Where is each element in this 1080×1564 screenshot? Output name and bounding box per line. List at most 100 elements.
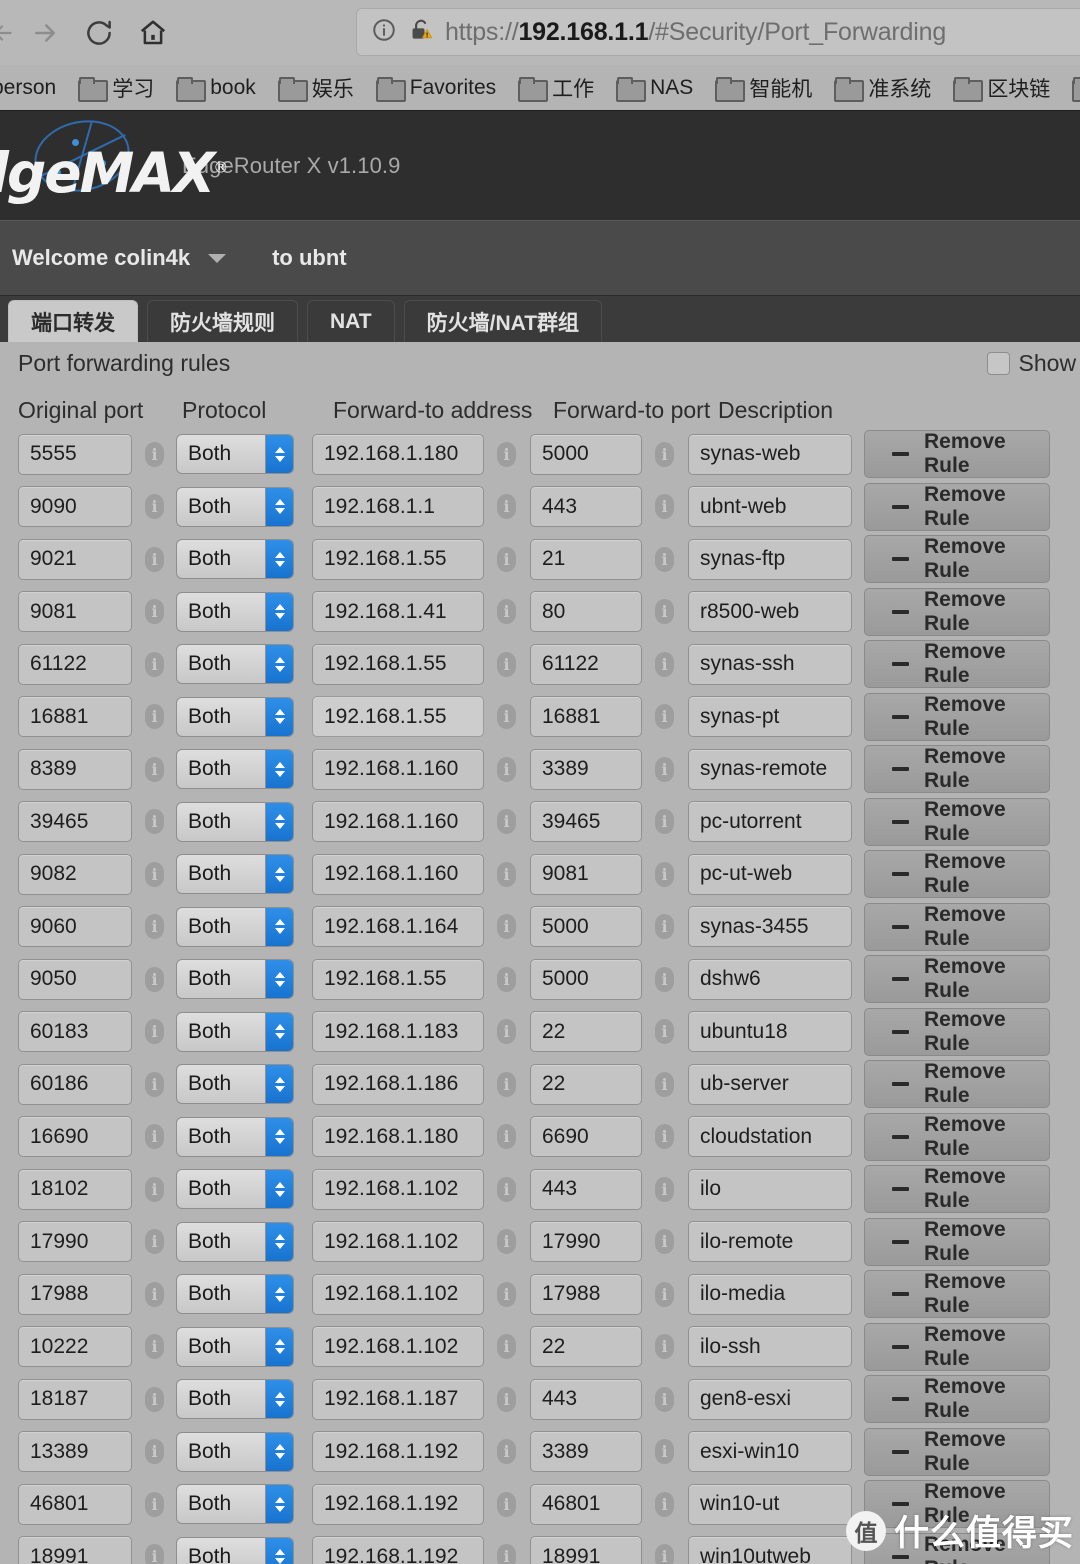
description-input[interactable]: synas-web — [688, 433, 852, 475]
forward-address-input[interactable]: 192.168.1.160 — [312, 853, 484, 895]
original-port-input[interactable]: 61122 — [18, 643, 132, 685]
remove-rule-button[interactable]: Remove Rule — [864, 1375, 1050, 1424]
info-icon[interactable] — [655, 1334, 674, 1360]
tab-3[interactable]: NAT — [307, 300, 395, 342]
chevron-updown-icon[interactable] — [265, 697, 293, 736]
original-port-input[interactable]: 13389 — [18, 1431, 132, 1473]
chevron-updown-icon[interactable] — [265, 1537, 293, 1564]
remove-rule-button[interactable]: Remove Rule — [864, 797, 1050, 846]
info-icon[interactable] — [655, 1229, 674, 1255]
lock-warning-icon[interactable] — [408, 17, 434, 48]
bookmark-item[interactable]: 工作 — [507, 65, 605, 110]
info-icon[interactable] — [145, 809, 164, 835]
description-input[interactable]: r8500-web — [688, 591, 852, 633]
protocol-select[interactable]: Both — [176, 486, 294, 527]
protocol-select[interactable]: Both — [176, 644, 294, 685]
protocol-select[interactable]: Both — [176, 434, 294, 475]
chevron-updown-icon[interactable] — [265, 1222, 293, 1261]
description-input[interactable]: synas-ftp — [688, 538, 852, 580]
forward-port-input[interactable]: 5000 — [530, 433, 642, 475]
chevron-updown-icon[interactable] — [265, 1065, 293, 1104]
forward-port-input[interactable]: 5000 — [530, 958, 642, 1000]
original-port-input[interactable]: 18102 — [18, 1168, 132, 1210]
chevron-updown-icon[interactable] — [265, 1012, 293, 1051]
info-icon[interactable] — [145, 1229, 164, 1255]
protocol-select[interactable]: Both — [176, 959, 294, 1000]
chevron-updown-icon[interactable] — [265, 592, 293, 631]
remove-rule-button[interactable]: Remove Rule — [864, 1322, 1050, 1371]
description-input[interactable]: ilo — [688, 1168, 852, 1210]
remove-rule-button[interactable]: Remove Rule — [864, 587, 1050, 636]
forward-address-input[interactable]: 192.168.1.102 — [312, 1273, 484, 1315]
info-icon[interactable] — [655, 441, 674, 467]
info-icon[interactable] — [145, 1386, 164, 1412]
info-icon[interactable] — [145, 1491, 164, 1517]
forward-port-input[interactable]: 18991 — [530, 1536, 642, 1564]
forward-port-input[interactable]: 3389 — [530, 748, 642, 790]
original-port-input[interactable]: 9082 — [18, 853, 132, 895]
forward-port-input[interactable]: 39465 — [530, 801, 642, 843]
info-icon[interactable] — [497, 1386, 516, 1412]
original-port-input[interactable]: 5555 — [18, 433, 132, 475]
bookmark-item[interactable]: book — [165, 65, 267, 110]
chevron-updown-icon[interactable] — [265, 855, 293, 894]
info-icon[interactable] — [497, 756, 516, 782]
info-icon[interactable] — [145, 1334, 164, 1360]
original-port-input[interactable]: 9050 — [18, 958, 132, 1000]
info-icon[interactable] — [655, 1019, 674, 1045]
info-icon[interactable] — [655, 1491, 674, 1517]
remove-rule-button[interactable]: Remove Rule — [864, 955, 1050, 1004]
info-icon[interactable] — [655, 861, 674, 887]
info-icon[interactable] — [145, 1281, 164, 1307]
protocol-select[interactable]: Both — [176, 906, 294, 947]
remove-rule-button[interactable]: Remove Rule — [864, 640, 1050, 689]
original-port-input[interactable]: 16690 — [18, 1116, 132, 1158]
remove-rule-button[interactable]: Remove Rule — [864, 1270, 1050, 1319]
info-icon[interactable] — [497, 861, 516, 887]
forward-port-input[interactable]: 22 — [530, 1011, 642, 1053]
info-icon[interactable] — [655, 546, 674, 572]
original-port-input[interactable]: 60183 — [18, 1011, 132, 1053]
forward-address-input[interactable]: 192.168.1.186 — [312, 1063, 484, 1105]
info-icon[interactable] — [497, 599, 516, 625]
remove-rule-button[interactable]: Remove Rule — [864, 1427, 1050, 1476]
protocol-select[interactable]: Both — [176, 1326, 294, 1367]
chevron-updown-icon[interactable] — [265, 1327, 293, 1366]
remove-rule-button[interactable]: Remove Rule — [864, 850, 1050, 899]
chevron-updown-icon[interactable] — [265, 1117, 293, 1156]
protocol-select[interactable]: Both — [176, 1011, 294, 1052]
info-icon[interactable] — [145, 861, 164, 887]
remove-rule-button[interactable]: Remove Rule — [864, 1007, 1050, 1056]
info-icon[interactable] — [655, 599, 674, 625]
original-port-input[interactable]: 9060 — [18, 906, 132, 948]
description-input[interactable]: pc-utorrent — [688, 801, 852, 843]
forward-address-input[interactable]: 192.168.1.55 — [312, 538, 484, 580]
description-input[interactable]: gen8-esxi — [688, 1378, 852, 1420]
info-icon[interactable] — [497, 441, 516, 467]
forward-address-input[interactable]: 192.168.1.102 — [312, 1326, 484, 1368]
forward-address-input[interactable]: 192.168.1.1 — [312, 486, 484, 528]
chevron-updown-icon[interactable] — [265, 960, 293, 999]
description-input[interactable]: ubuntu18 — [688, 1011, 852, 1053]
info-icon[interactable] — [145, 1176, 164, 1202]
reload-icon[interactable] — [72, 8, 126, 58]
info-icon[interactable] — [655, 1281, 674, 1307]
bookmark-item[interactable]: person — [0, 65, 67, 110]
protocol-select[interactable]: Both — [176, 591, 294, 632]
description-input[interactable]: win10utweb — [688, 1536, 852, 1564]
protocol-select[interactable]: Both — [176, 749, 294, 790]
info-icon[interactable] — [497, 546, 516, 572]
description-input[interactable]: pc-ut-web — [688, 853, 852, 895]
info-icon[interactable] — [145, 546, 164, 572]
original-port-input[interactable]: 9081 — [18, 591, 132, 633]
forward-address-input[interactable]: 192.168.1.192 — [312, 1431, 484, 1473]
info-icon[interactable] — [497, 1176, 516, 1202]
bookmark-item[interactable]: 学习 — [67, 65, 165, 110]
description-input[interactable]: synas-3455 — [688, 906, 852, 948]
info-icon[interactable] — [655, 914, 674, 940]
info-icon[interactable] — [497, 494, 516, 520]
original-port-input[interactable]: 17990 — [18, 1221, 132, 1263]
forward-address-input[interactable]: 192.168.1.160 — [312, 748, 484, 790]
chevron-down-icon[interactable] — [208, 253, 227, 263]
protocol-select[interactable]: Both — [176, 1116, 294, 1157]
